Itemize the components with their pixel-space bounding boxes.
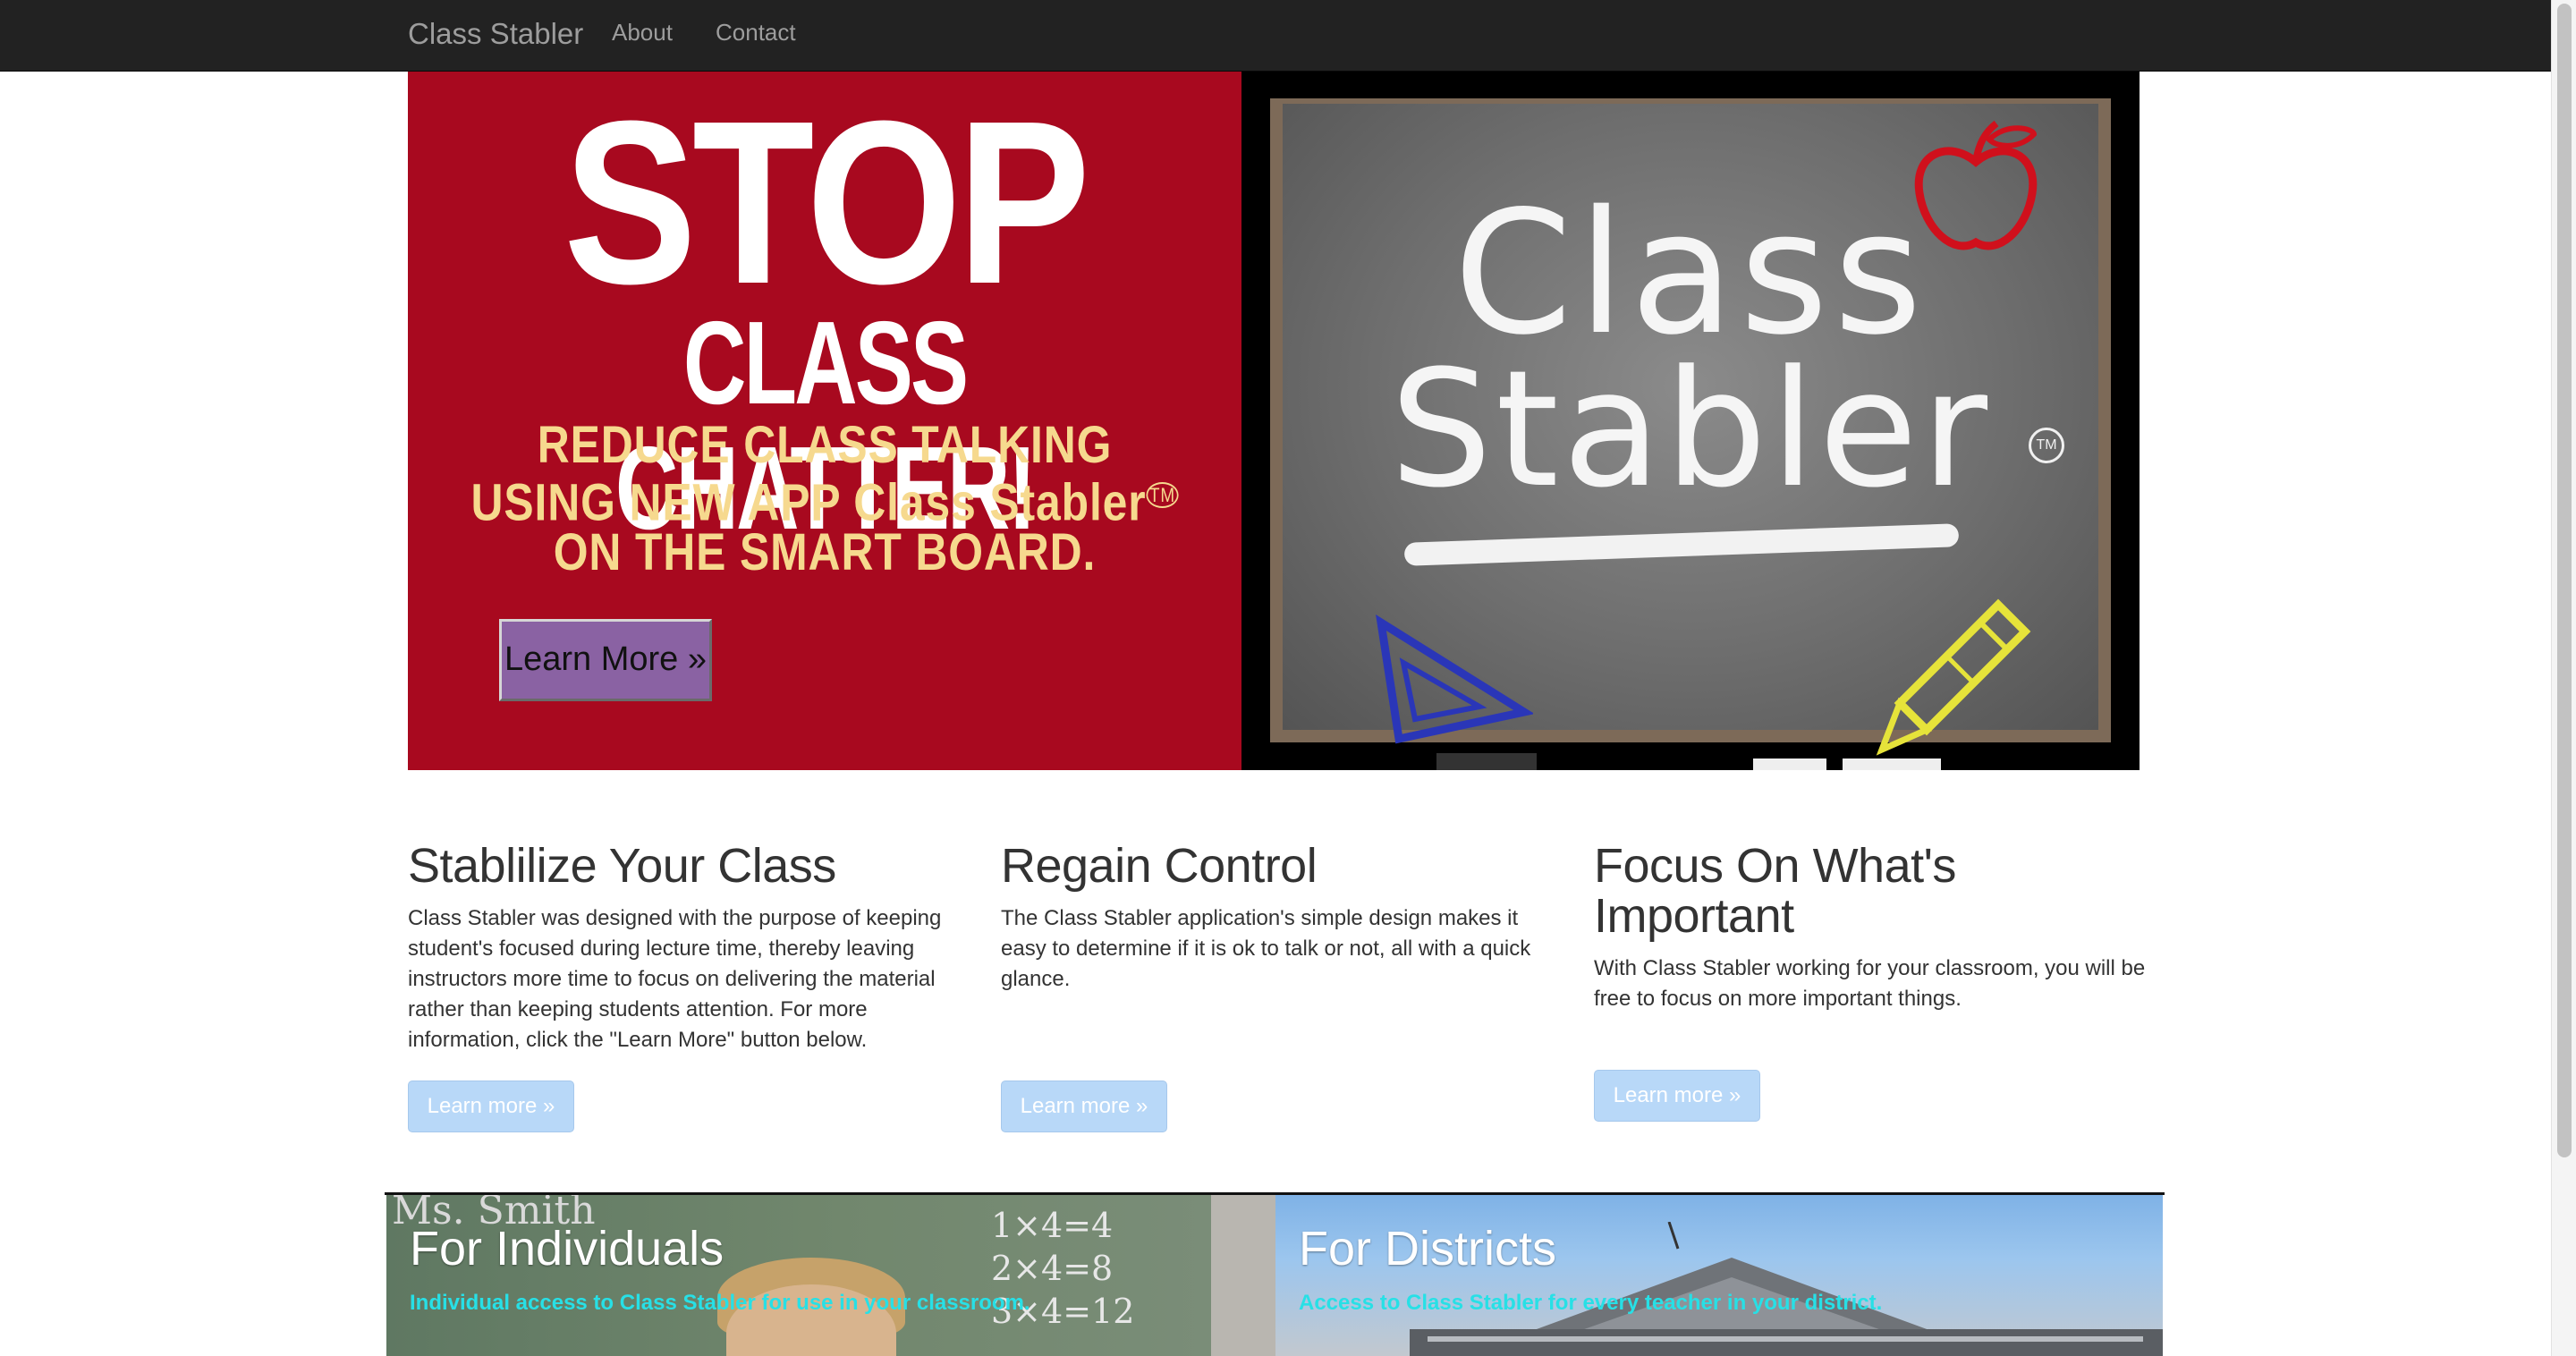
learn-more-button[interactable]: Learn more » bbox=[1001, 1081, 1167, 1132]
hero-learn-more-button[interactable]: Learn More » bbox=[499, 619, 712, 701]
tile-gap bbox=[1211, 1195, 1275, 1356]
set-square-icon bbox=[1376, 614, 1533, 744]
chalkboard-logo-panel: Class Stabler TM bbox=[1241, 72, 2140, 770]
nav-link-contact[interactable]: Contact bbox=[716, 16, 796, 48]
tile-individuals[interactable]: Ms. Smith 1×4=4 2×4=8 3×4=12 For Individ… bbox=[386, 1195, 1211, 1356]
hero-banner: STOP CLASS CHATTER! REDUCE CLASS TALKING… bbox=[408, 72, 2140, 770]
top-navbar: Class Stabler About Contact bbox=[0, 0, 2551, 72]
tile-districts[interactable]: For Districts Access to Class Stabler fo… bbox=[1275, 1195, 2163, 1356]
brand-link[interactable]: Class Stabler bbox=[408, 16, 583, 52]
hero-tagline-line-1: REDUCE CLASS TALKING bbox=[537, 416, 1113, 474]
hero-headline: STOP bbox=[563, 73, 1090, 333]
learn-more-button[interactable]: Learn more » bbox=[1594, 1070, 1760, 1122]
nav-link-about[interactable]: About bbox=[612, 16, 673, 48]
pencil-icon bbox=[1876, 598, 2031, 756]
trademark-icon: TM bbox=[2029, 428, 2064, 463]
hero-tagline-line-3: ON THE SMART BOARD. bbox=[553, 523, 1097, 582]
hero-tagline: REDUCE CLASS TALKING USING NEW APP Class… bbox=[466, 416, 1183, 582]
feature-title: Focus On What's Important bbox=[1594, 839, 1956, 943]
chalk-underline bbox=[1403, 523, 1960, 566]
feature-title: Stablilize Your Class bbox=[408, 839, 836, 893]
feature-body: Class Stabler was designed with the purp… bbox=[408, 906, 942, 1052]
feature-title: Regain Control bbox=[1001, 839, 1318, 893]
chalk-logo-word-stabler: Stabler bbox=[1389, 336, 1992, 523]
page-scrollbar[interactable] bbox=[2551, 0, 2576, 1356]
tile-title: For Individuals bbox=[410, 1222, 724, 1275]
feature-focus: Focus On What's Important With Class Sta… bbox=[1594, 841, 2148, 1014]
feature-regain-control: Regain Control The Class Stabler applica… bbox=[1001, 841, 1555, 995]
board-eraser bbox=[1436, 753, 1537, 770]
trademark-mark: TM bbox=[1146, 482, 1179, 508]
hero-promo-panel: STOP CLASS CHATTER! REDUCE CLASS TALKING… bbox=[408, 72, 1241, 770]
tile-subtitle: Individual access to Class Stabler for u… bbox=[410, 1291, 1030, 1315]
feature-body: The Class Stabler application's simple d… bbox=[1001, 906, 1531, 991]
chalk-piece bbox=[1753, 759, 1826, 770]
learn-more-button[interactable]: Learn more » bbox=[408, 1081, 574, 1132]
scrollbar-thumb[interactable] bbox=[2557, 4, 2572, 1157]
hero-tagline-line-2: USING NEW APP Class Stabler TM bbox=[466, 470, 1183, 529]
feature-body: With Class Stabler working for your clas… bbox=[1594, 956, 2146, 1011]
chalkboard-surface: Class Stabler TM bbox=[1283, 104, 2098, 756]
chalk-piece bbox=[1843, 759, 1941, 770]
chalkboard-frame: Class Stabler TM bbox=[1270, 98, 2111, 770]
tile-subtitle: Access to Class Stabler for every teache… bbox=[1299, 1291, 1883, 1315]
tile-title: For Districts bbox=[1299, 1222, 1556, 1275]
feature-stabilize: Stablilize Your Class Class Stabler was … bbox=[408, 841, 962, 1055]
